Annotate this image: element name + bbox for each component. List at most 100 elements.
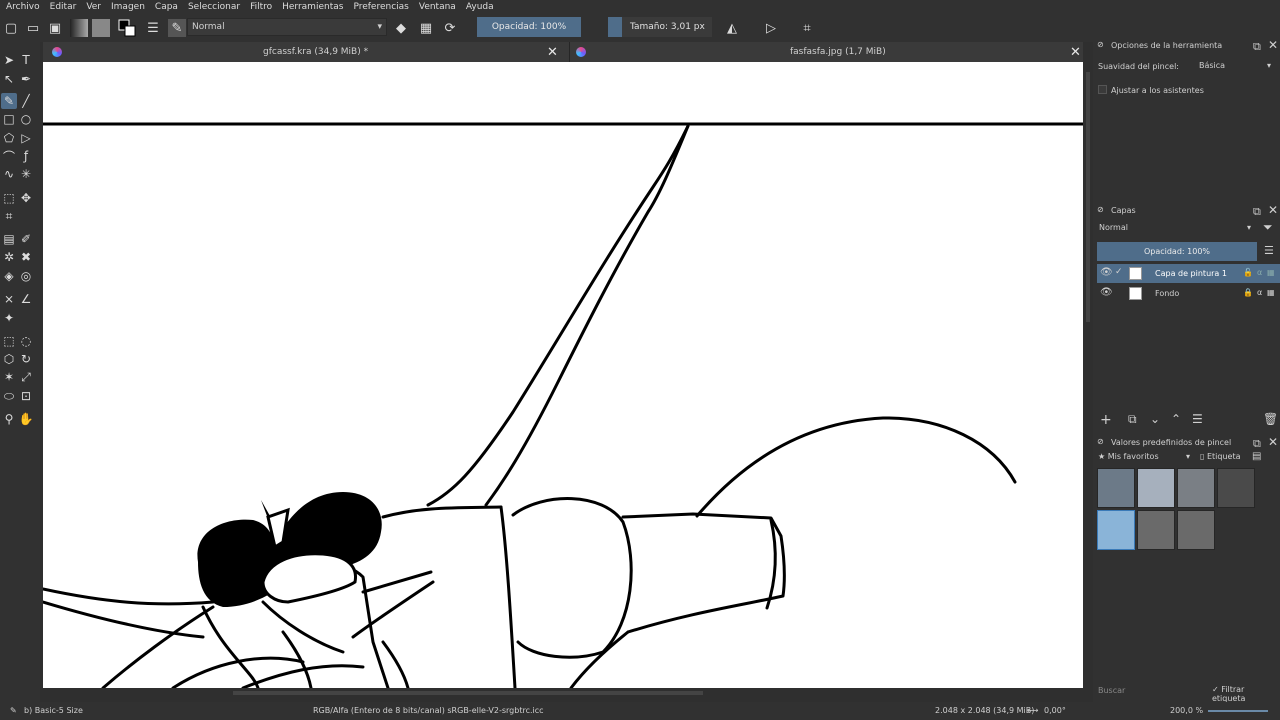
smart-patch-tool-icon[interactable]: ✖	[18, 249, 34, 265]
zoom-slider[interactable]	[1208, 710, 1268, 712]
menu-imagen[interactable]: Imagen	[111, 2, 145, 12]
preset-pencil-blue[interactable]	[1137, 468, 1175, 508]
rect-select-tool-icon[interactable]: ⬚	[1, 333, 17, 349]
preset-marker[interactable]	[1177, 510, 1215, 550]
presets-lock-icon[interactable]: ⊘	[1097, 437, 1104, 446]
layer-row[interactable]: 👁 ✓ Capa de pintura 1 🔓 α ▦	[1097, 264, 1280, 283]
transform-tool-icon[interactable]: ⬚	[1, 190, 17, 206]
open-folder-icon[interactable]: ▭	[24, 19, 42, 37]
assistant-tool-icon[interactable]: ⨯	[1, 291, 17, 307]
calligraphy-tool-icon[interactable]: ✒	[18, 71, 34, 87]
menu-ver[interactable]: Ver	[86, 2, 101, 12]
close-icon[interactable]: ✕	[1268, 435, 1278, 449]
tab-gfcassf[interactable]: gfcassf.kra (34,9 MiB) *	[263, 42, 368, 62]
bezier-select-tool-icon[interactable]: ⬭	[1, 388, 17, 404]
menu-capa[interactable]: Capa	[155, 2, 178, 12]
menu-icon[interactable]: ☰	[1264, 244, 1274, 257]
pattern-swatch-icon[interactable]	[92, 19, 110, 37]
lock-icon[interactable]: 🔒	[1243, 288, 1253, 297]
drawing-canvas[interactable]	[43, 62, 1083, 688]
vertical-scrollbar[interactable]	[1083, 62, 1093, 688]
menu-preferencias[interactable]: Preferencias	[353, 2, 408, 12]
brush-settings-icon[interactable]: ☰	[144, 19, 162, 37]
preset-eraser[interactable]	[1097, 468, 1135, 508]
reference-images-tool-icon[interactable]: ✦	[1, 310, 17, 326]
close-icon[interactable]: ✕	[547, 45, 558, 60]
wrap-around-icon[interactable]: ⌗	[798, 19, 816, 37]
dynamic-brush-tool-icon[interactable]: ∿	[1, 166, 17, 182]
favorites-select[interactable]: ★ Mis favoritos ▾	[1098, 452, 1194, 464]
layers-lock-icon[interactable]: ⊘	[1097, 205, 1104, 214]
preset-airbrush[interactable]	[1177, 468, 1215, 508]
layer-properties-icon[interactable]: ☰	[1192, 412, 1203, 426]
move-tool-icon[interactable]: ✥	[18, 190, 34, 206]
tool-options-lock-icon[interactable]: ⊘	[1097, 40, 1104, 49]
alpha-icon[interactable]: α	[1257, 288, 1262, 297]
mirror-horizontal-icon[interactable]: ◭	[723, 19, 741, 37]
colorize-mask-tool-icon[interactable]: ✲	[1, 249, 17, 265]
mirror-vertical-icon[interactable]: ▷	[762, 19, 780, 37]
polygon-tool-icon[interactable]: ⬠	[1, 130, 17, 146]
filter-tag-checkbox[interactable]: ✓ Filtrar etiqueta	[1212, 685, 1280, 703]
float-icon[interactable]: ⧉	[1253, 205, 1261, 219]
size-slider[interactable]: Tamaño: 3,01 px	[608, 17, 712, 37]
layer-row[interactable]: 👁 Fondo 🔒 α ▦	[1097, 284, 1280, 303]
multibrush-tool-icon[interactable]: ✳	[18, 166, 34, 182]
layer-name[interactable]: Capa de pintura 1	[1155, 269, 1227, 278]
measure-tool-icon[interactable]: ∠	[18, 291, 34, 307]
smoothing-select[interactable]: Básica ▾	[1195, 58, 1275, 74]
check-icon[interactable]: ✓	[1115, 267, 1123, 277]
move-up-icon[interactable]: ⌃	[1171, 412, 1181, 426]
layer-opacity-slider[interactable]: Opacidad: 100%	[1097, 242, 1257, 261]
close-icon[interactable]: ✕	[1070, 45, 1081, 60]
fill-tool-icon[interactable]: ◈	[1, 268, 17, 284]
eye-icon[interactable]: 👁	[1100, 287, 1113, 298]
menu-filtro[interactable]: Filtro	[250, 2, 272, 12]
edit-shapes-tool-icon[interactable]: ↖	[1, 71, 17, 87]
line-tool-icon[interactable]: ╱	[18, 93, 34, 109]
menu-ayuda[interactable]: Ayuda	[466, 2, 494, 12]
tag-button[interactable]: ▯ Etiqueta	[1200, 452, 1240, 461]
menu-herramientas[interactable]: Herramientas	[282, 2, 343, 12]
select-shapes-tool-icon[interactable]: ➤	[1, 52, 17, 68]
brush-preset-icon[interactable]: ✎	[168, 19, 186, 37]
inherit-alpha-icon[interactable]: ▦	[1267, 288, 1275, 297]
gradient-tool-icon[interactable]: ▤	[1, 231, 17, 247]
alpha-icon[interactable]: α	[1257, 268, 1262, 277]
opacity-slider[interactable]: Opacidad: 100%	[477, 17, 581, 37]
close-icon[interactable]: ✕	[1268, 38, 1278, 52]
add-layer-icon[interactable]: +	[1100, 412, 1112, 428]
similar-select-tool-icon[interactable]: ⤢	[18, 369, 34, 385]
new-document-icon[interactable]: ▢	[2, 19, 20, 37]
layer-name[interactable]: Fondo	[1155, 289, 1179, 298]
close-icon[interactable]: ✕	[1268, 203, 1278, 217]
zoom-tool-icon[interactable]: ⚲	[1, 411, 17, 427]
bezier-tool-icon[interactable]: ⌒	[1, 148, 17, 164]
pan-tool-icon[interactable]: ✋	[18, 411, 34, 427]
enclose-fill-tool-icon[interactable]: ◎	[18, 268, 34, 284]
delete-layer-icon[interactable]: 🗑	[1263, 412, 1278, 426]
menu-editar[interactable]: Editar	[50, 2, 77, 12]
rectangle-tool-icon[interactable]: □	[1, 111, 17, 127]
polygon-select-tool-icon[interactable]: ⬡	[1, 351, 17, 367]
tab-fasfasfa[interactable]: fasfasfa.jpg (1,7 MiB)	[790, 42, 886, 62]
text-tool-icon[interactable]: T	[18, 52, 34, 68]
reload-icon[interactable]: ⟳	[441, 19, 459, 37]
freehand-brush-tool-icon[interactable]: ✎	[1, 93, 17, 109]
move-down-icon[interactable]: ⌄	[1150, 412, 1160, 426]
menu-seleccionar[interactable]: Seleccionar	[188, 2, 240, 12]
preset-pencil-dark[interactable]	[1137, 510, 1175, 550]
contiguous-select-tool-icon[interactable]: ✶	[1, 369, 17, 385]
blend-mode-select[interactable]: Normal ▾	[187, 18, 387, 36]
eye-icon[interactable]: 👁	[1100, 267, 1113, 278]
polyline-tool-icon[interactable]: ▷	[18, 130, 34, 146]
gradient-swatch-icon[interactable]	[70, 19, 88, 37]
save-icon[interactable]: ▣	[46, 19, 64, 37]
preset-basic-5-size[interactable]	[1097, 510, 1135, 550]
duplicate-layer-icon[interactable]: ⧉	[1128, 412, 1137, 427]
ellipse-select-tool-icon[interactable]: ◌	[18, 333, 34, 349]
crop-tool-icon[interactable]: ⌗	[1, 208, 17, 224]
assistants-checkbox[interactable]	[1098, 85, 1107, 94]
eraser-icon[interactable]: ◆	[392, 19, 410, 37]
inherit-alpha-icon[interactable]: ▦	[1267, 268, 1275, 277]
